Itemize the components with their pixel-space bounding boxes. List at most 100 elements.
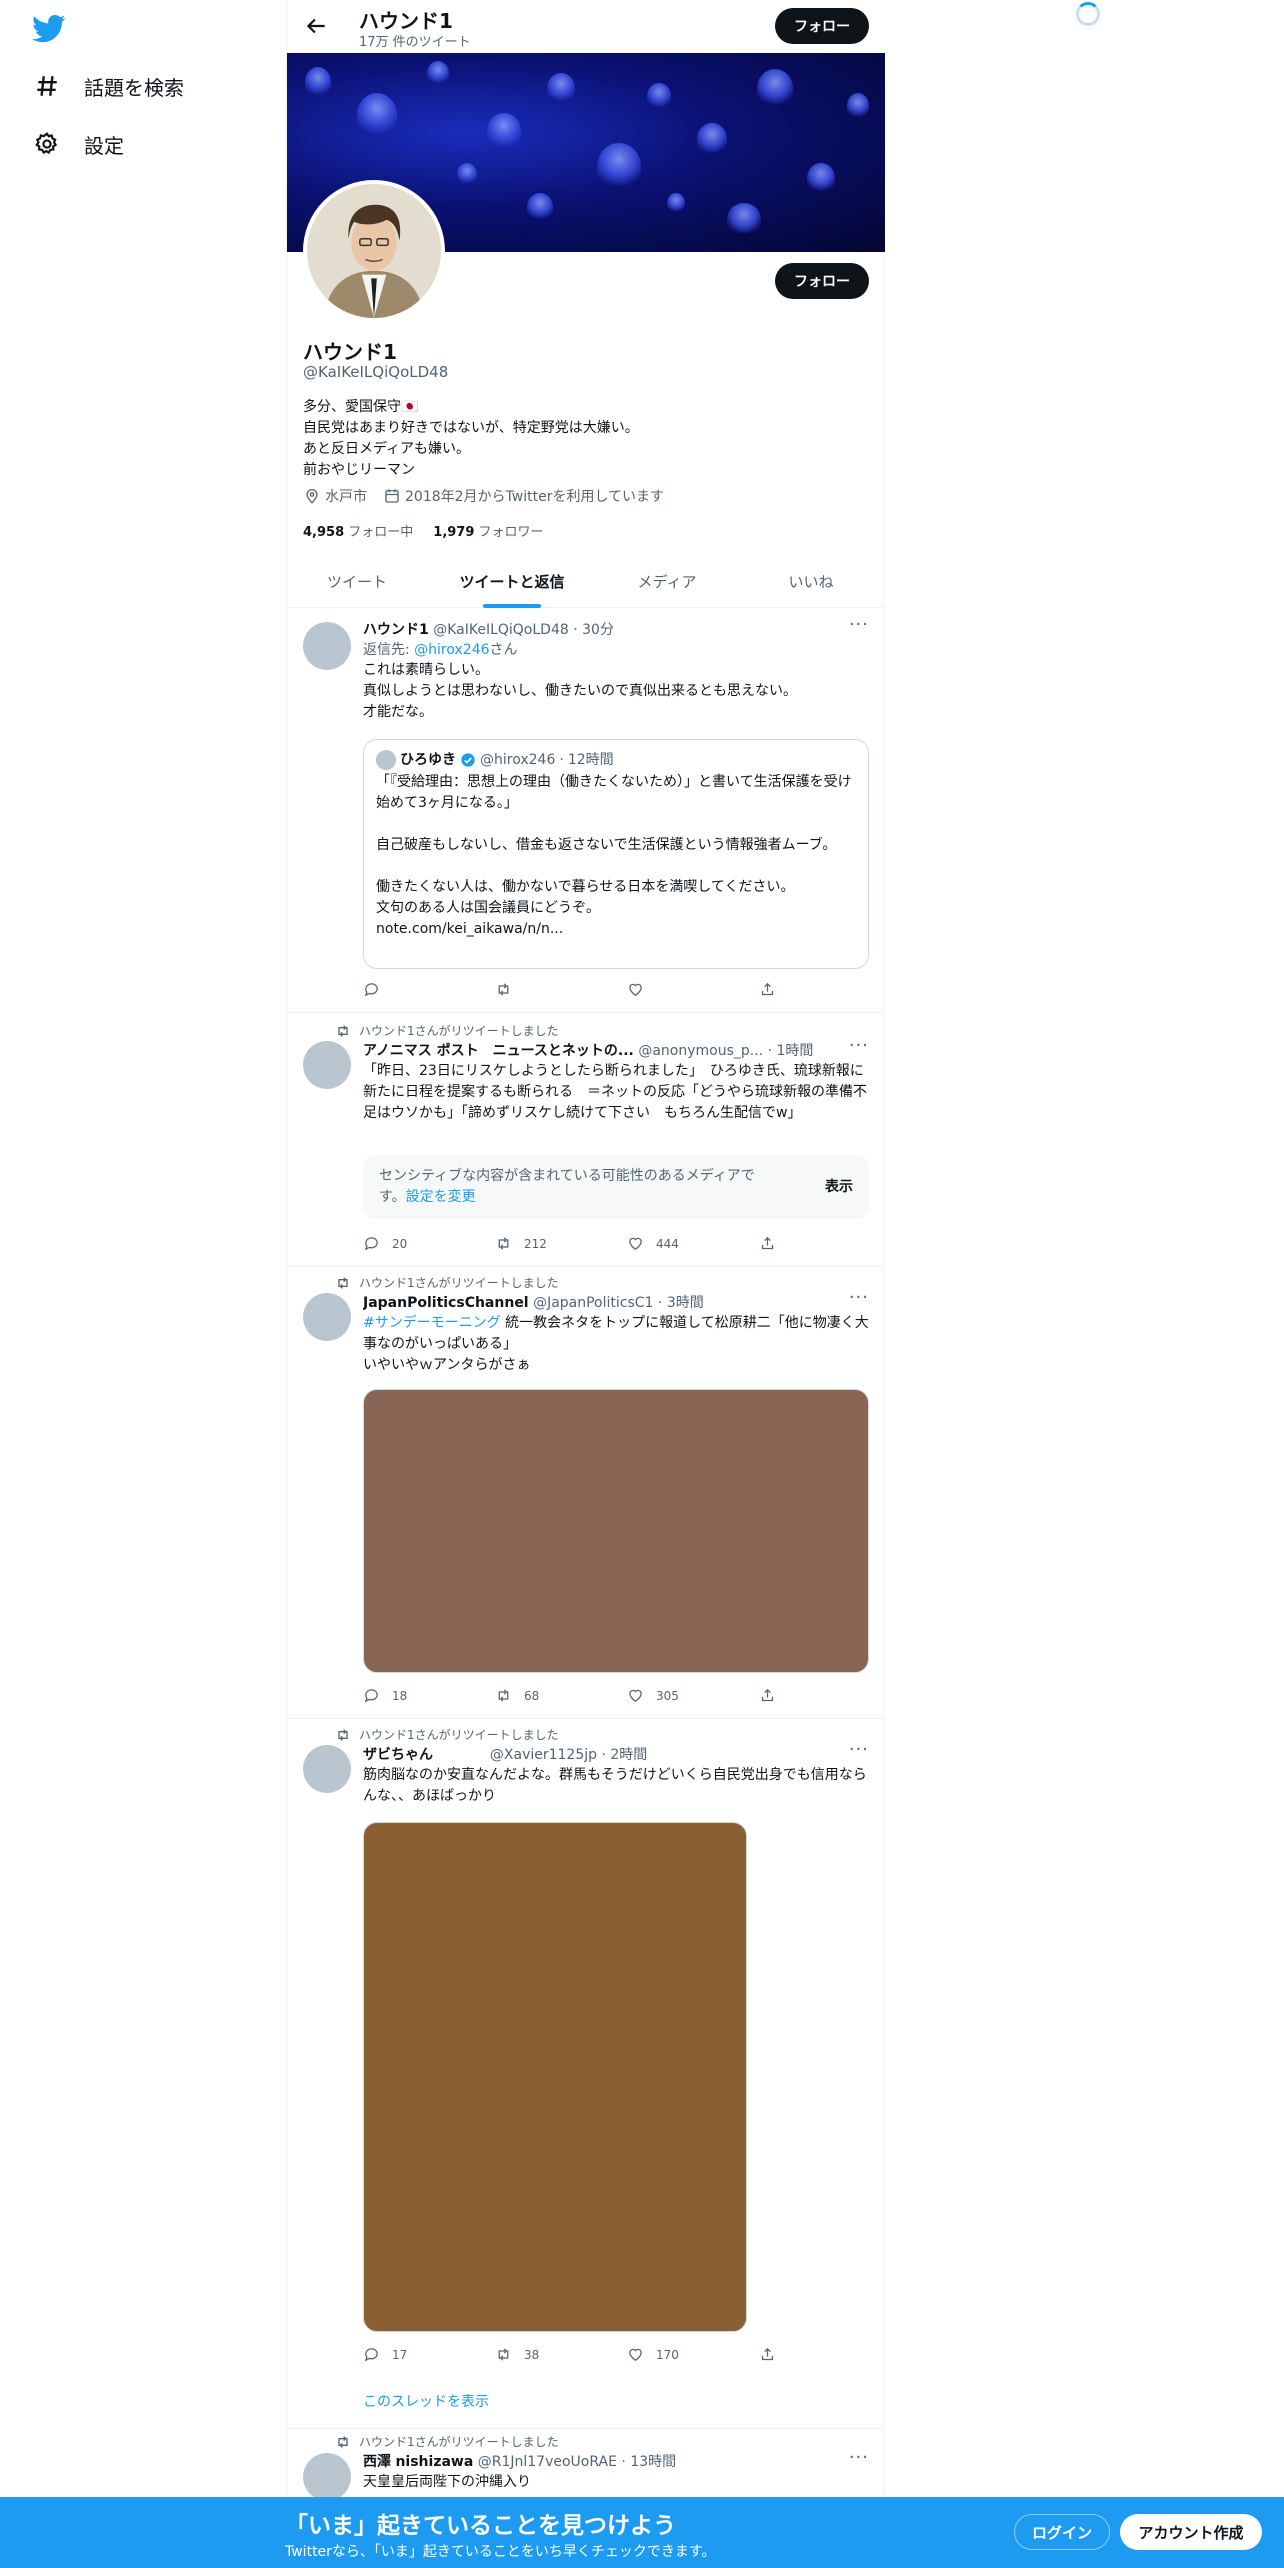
tweet-time[interactable]: 13時間: [630, 2454, 676, 2470]
tab-likes[interactable]: いいね: [737, 555, 885, 608]
reply-icon: [364, 983, 378, 997]
tweet-avatar[interactable]: [303, 1293, 351, 1341]
like-count: 170: [656, 2347, 679, 2362]
retweet-count: 68: [524, 1688, 540, 1703]
change-settings-link[interactable]: 設定を変更: [406, 1189, 476, 1205]
tweet-author-handle[interactable]: @Xavier1125jp: [490, 1747, 597, 1763]
tweet-body: JapanPoliticsChannel @JapanPoliticsC1 · …: [363, 1293, 871, 1376]
show-media-button[interactable]: 表示: [825, 1176, 853, 1196]
share-button[interactable]: [759, 2346, 776, 2363]
retweet-button[interactable]: 68: [495, 1687, 539, 1704]
retweeted-by-text[interactable]: ハウンド1さんがリツイートしました: [359, 2433, 559, 2450]
tweet-avatar[interactable]: [303, 1041, 351, 1089]
tweet-text: 天皇皇后両陛下の沖縄入り: [363, 2474, 531, 2490]
reply-button[interactable]: 18: [363, 1687, 407, 1704]
retweet-button[interactable]: 212: [495, 1235, 547, 1252]
retweeted-by-text[interactable]: ハウンド1さんがリツイートしました: [359, 1274, 559, 1291]
tweet-time[interactable]: 30分: [582, 622, 614, 638]
tweet[interactable]: ハウンド1さんがリツイートしました ··· ザビちゃん @Xavier1125j…: [287, 1719, 885, 2429]
retweeted-by-text[interactable]: ハウンド1さんがリツイートしました: [359, 1022, 559, 1039]
signup-button[interactable]: アカウント作成: [1120, 2514, 1262, 2550]
tab-tweets[interactable]: ツイート: [287, 555, 427, 608]
reply-button[interactable]: 17: [363, 2346, 407, 2363]
tweet-author-name[interactable]: JapanPoliticsChannel: [363, 1295, 529, 1311]
quoted-link[interactable]: note.com/kei_aikawa/n/n...: [376, 919, 856, 940]
tweet-avatar[interactable]: [303, 1745, 351, 1793]
profile-avatar[interactable]: [303, 180, 445, 322]
following-link[interactable]: 4,958 フォロー中: [303, 521, 413, 540]
share-button[interactable]: [759, 1687, 776, 1704]
show-thread-link[interactable]: このスレッドを表示: [363, 2391, 489, 2411]
tweet-author-name-2[interactable]: nishizawa: [395, 2454, 473, 2470]
retweet-count: 38: [524, 2347, 540, 2362]
quoted-tweet-content: ひろゆき @hirox246 · 12時間 「『受給理由：思想上の理由（働きたく…: [376, 750, 856, 940]
back-arrow-icon[interactable]: [303, 13, 329, 39]
tweet-actions: 18 68 305: [363, 1687, 793, 1707]
tweet-time[interactable]: 1時間: [776, 1043, 813, 1059]
login-button[interactable]: ログイン: [1014, 2514, 1110, 2550]
tweet-media-image[interactable]: [363, 1822, 747, 2332]
tweet-header: ハウンド1 @KaIKeILQiQoLD48 · 30分: [363, 622, 614, 638]
reply-count: 20: [392, 1236, 408, 1251]
tweet-header: 西澤 nishizawa @R1Jnl17veoUoRAE · 13時間: [363, 2454, 677, 2470]
quoted-tweet[interactable]: ひろゆき @hirox246 · 12時間 「『受給理由：思想上の理由（働きたく…: [363, 739, 869, 969]
like-button[interactable]: 170: [627, 2346, 679, 2363]
retweet-icon: [498, 1689, 509, 1702]
tweet-author-handle[interactable]: @KaIKeILQiQoLD48: [433, 622, 569, 638]
like-button[interactable]: 444: [627, 1235, 679, 1252]
tweet-author-name[interactable]: アノニマス ポスト ニュースとネットの...: [363, 1043, 634, 1059]
profile-follow-button[interactable]: フォロー: [775, 263, 869, 299]
twitter-logo-icon[interactable]: [32, 14, 66, 44]
tweet-header: JapanPoliticsChannel @JapanPoliticsC1 · …: [363, 1295, 704, 1311]
tweet-author-name[interactable]: ハウンド1: [363, 622, 429, 638]
retweet-icon: [338, 1276, 348, 1289]
quoted-author-name: ひろゆき: [400, 752, 456, 768]
tweet[interactable]: ハウンド1さんがリツイートしました ··· アノニマス ポスト ニュースとネット…: [287, 1013, 885, 1267]
tweet-author-handle[interactable]: @R1Jnl17veoUoRAE: [478, 2454, 617, 2470]
retweet-button[interactable]: [495, 981, 512, 998]
reply-button[interactable]: [363, 981, 380, 998]
tab-media[interactable]: メディア: [597, 555, 737, 608]
profile-meta: 水戸市 2018年2月からTwitterを利用しています: [303, 486, 664, 506]
profile-tabs: ツイート ツイートと返信 メディア いいね: [287, 555, 885, 608]
quoted-author-handle: @hirox246: [480, 752, 556, 768]
tweet-actions: 20 212 444: [363, 1235, 793, 1255]
signup-banner-subtitle: Twitterなら、「いま」起きていることをいち早くチェックできます。: [285, 2544, 716, 2560]
share-button[interactable]: [759, 1235, 776, 1252]
retweet-context: ハウンド1さんがリツイートしました: [335, 1022, 559, 1039]
tweet-time[interactable]: 2時間: [610, 1747, 647, 1763]
more-icon[interactable]: ···: [849, 1035, 869, 1056]
tweet[interactable]: ··· ハウンド1 @KaIKeILQiQoLD48 · 30分 返信先: @h…: [287, 608, 885, 1013]
tweet-media-image[interactable]: [363, 1389, 869, 1673]
tweet-text-line: 才能だな。: [363, 704, 433, 720]
tweet-author-handle[interactable]: @anonymous_p...: [638, 1043, 763, 1059]
quoted-text-line: 文句のある人は国会議員にどうぞ。: [376, 900, 600, 916]
tweet-avatar[interactable]: [303, 622, 351, 670]
like-button[interactable]: 305: [627, 1687, 679, 1704]
tweet-text: これは素晴らしい。 真似しようとは思わないし、働きたいので真似出来るとも思えない…: [363, 660, 871, 723]
reply-icon: [364, 1689, 378, 1703]
like-button[interactable]: [627, 981, 644, 998]
retweeted-by-text[interactable]: ハウンド1さんがリツイートしました: [359, 1726, 559, 1743]
nav-settings[interactable]: 設定: [34, 124, 124, 164]
tweet[interactable]: ハウンド1さんがリツイートしました ··· JapanPoliticsChann…: [287, 1267, 885, 1719]
share-button[interactable]: [759, 981, 776, 998]
hashtag-link[interactable]: #サンデーモーニング: [363, 1315, 501, 1331]
tweet-avatar[interactable]: [303, 2453, 351, 2501]
reply-to-link[interactable]: @hirox246: [414, 642, 489, 658]
tab-tweets-and-replies[interactable]: ツイートと返信: [427, 555, 597, 608]
retweet-button[interactable]: 38: [495, 2346, 539, 2363]
tweet-text-line: いやいやｗアンタらがさぁ: [363, 1357, 531, 1373]
header-follow-button[interactable]: フォロー: [775, 8, 869, 44]
tweet-time[interactable]: 3時間: [667, 1295, 704, 1311]
tweet-author-name[interactable]: 西澤: [363, 2454, 391, 2470]
reply-button[interactable]: 20: [363, 1235, 407, 1252]
gear-icon: [35, 132, 58, 155]
followers-count: 1,979: [433, 525, 475, 540]
nav-explore[interactable]: 話題を検索: [34, 66, 184, 106]
tweet-author-handle[interactable]: @JapanPoliticsC1: [533, 1295, 653, 1311]
location-text: 水戸市: [325, 489, 367, 505]
tweet-author-name[interactable]: ザビちゃん: [363, 1747, 433, 1763]
reply-count: 18: [392, 1688, 408, 1703]
followers-link[interactable]: 1,979 フォロワー: [433, 521, 543, 540]
